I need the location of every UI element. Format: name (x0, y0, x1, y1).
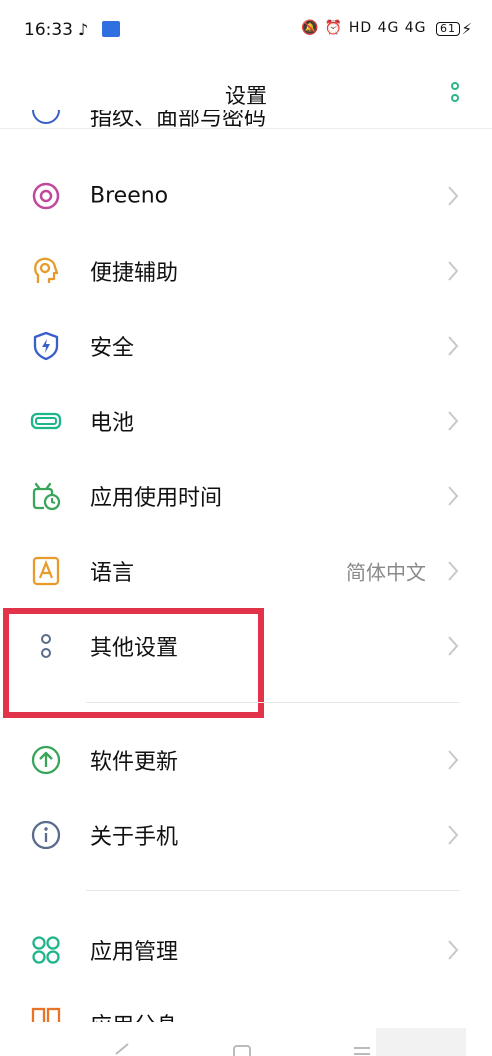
chevron-right-icon (448, 635, 459, 656)
section-divider (86, 890, 460, 891)
nav-overlay (376, 1028, 466, 1056)
mute-icon: 🔕 (301, 20, 320, 36)
more-options-icon[interactable] (450, 82, 460, 104)
breeno-icon (32, 182, 60, 209)
tiktok-icon: ♪ (78, 20, 89, 39)
settings-row-software-update[interactable]: 软件更新 (0, 722, 492, 797)
shield-icon (33, 331, 59, 360)
chevron-right-icon (448, 410, 459, 431)
recents-nav-icon[interactable] (352, 1044, 372, 1056)
chevron-right-icon (448, 260, 459, 281)
info-icon (31, 820, 61, 849)
section-divider (86, 702, 460, 703)
chevron-right-icon (448, 485, 459, 506)
back-nav-icon[interactable] (110, 1042, 132, 1056)
accessibility-icon (34, 257, 59, 283)
chevron-right-icon (448, 824, 459, 845)
battery-indicator: 61 (436, 22, 460, 36)
system-nav-bar (0, 1022, 492, 1056)
status-indicators: 🔕 ⏰ HD 4G 4G 61 (301, 20, 460, 36)
status-time: 16:33 (24, 20, 73, 40)
settings-row-language[interactable]: 语言 简体中文 (0, 533, 492, 608)
chevron-right-icon (448, 335, 459, 356)
settings-row-app-clone[interactable]: 应用分身 (0, 988, 492, 1022)
update-icon (31, 745, 61, 774)
alarm-icon: ⏰ (324, 20, 344, 36)
settings-row-app-management[interactable]: 应用管理 (0, 912, 492, 987)
chevron-right-icon (448, 185, 459, 206)
settings-row-security[interactable]: 安全 (0, 308, 492, 383)
home-nav-icon[interactable] (232, 1044, 252, 1056)
chevron-right-icon (448, 560, 459, 581)
settings-row-screen-time[interactable]: 应用使用时间 (0, 458, 492, 533)
header-divider (0, 128, 492, 129)
chevron-right-icon (448, 939, 459, 960)
status-bar: 16:33 ♪ 🔕 ⏰ HD 4G 4G 61 ⚡ (0, 0, 492, 60)
charging-icon: ⚡ (461, 20, 472, 38)
app-notification-icon (102, 21, 120, 37)
settings-row-breeno[interactable]: Breeno (0, 158, 492, 233)
row-label: 软件更新 (90, 749, 179, 775)
row-label: 应用使用时间 (90, 485, 223, 511)
network-indicators: HD 4G 4G (348, 20, 427, 36)
language-icon (32, 556, 60, 585)
language-value: 简体中文 (346, 560, 426, 584)
row-label: 关于手机 (90, 824, 179, 850)
page-title: 设置 (225, 84, 267, 108)
chevron-right-icon (448, 749, 459, 770)
fingerprint-icon (32, 110, 60, 124)
settings-row-battery[interactable]: 电池 (0, 383, 492, 458)
row-label: 应用分身 (90, 1008, 178, 1022)
row-label: Breeno (90, 183, 169, 208)
clone-icon (31, 1007, 61, 1022)
row-label: 应用管理 (90, 939, 179, 965)
row-label: 安全 (90, 335, 135, 361)
apps-icon (32, 935, 60, 964)
row-label: 电池 (90, 410, 135, 436)
settings-row-about-phone[interactable]: 关于手机 (0, 797, 492, 872)
settings-row-accessibility[interactable]: 便捷辅助 (0, 233, 492, 308)
row-label: 便捷辅助 (90, 260, 179, 286)
row-label: 语言 (90, 560, 135, 586)
clock-icon (32, 482, 61, 510)
battery-icon (30, 412, 62, 429)
